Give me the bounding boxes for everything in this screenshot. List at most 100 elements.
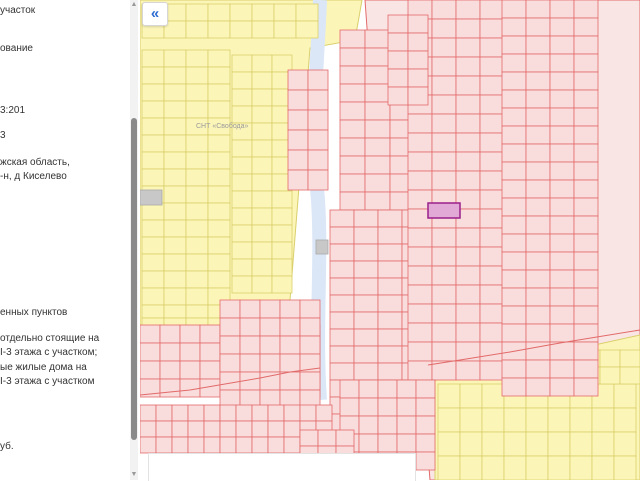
yellow-parcel: [185, 100, 209, 119]
info-line: I-3 этажа с участком: [0, 376, 95, 387]
yellow-parcel: [207, 219, 231, 238]
yellow-parcel: [503, 455, 527, 480]
pink-parcel: [455, 246, 481, 267]
yellow-parcel: [163, 287, 187, 306]
pink-parcel: [251, 404, 269, 422]
yellow-parcel: [207, 168, 231, 187]
pink-parcel: [407, 284, 433, 305]
yellow-parcel: [481, 383, 505, 409]
pink-parcel: [287, 129, 309, 151]
yellow-parcel: [207, 270, 231, 289]
pink-parcel: [549, 287, 575, 307]
pink-parcel: [549, 71, 575, 91]
yellow-parcel: [251, 3, 275, 22]
pink-parcel: [377, 209, 403, 228]
yellow-parcel: [599, 349, 621, 368]
pink-parcel: [377, 379, 398, 399]
pink-parcel: [199, 342, 221, 362]
pink-parcel: [573, 359, 599, 379]
pink-parcel: [307, 69, 329, 91]
pink-parcel: [455, 132, 481, 153]
pink-parcel: [353, 294, 379, 313]
pink-parcel: [501, 89, 527, 109]
yellow-parcel: [295, 3, 319, 22]
pink-parcel: [140, 324, 161, 344]
yellow-parcel: [229, 20, 253, 39]
yellow-parcel: [141, 151, 165, 170]
pink-parcel: [377, 311, 403, 330]
pink-parcel: [501, 35, 527, 55]
pink-parcel: [479, 0, 505, 20]
pink-parcel: [573, 0, 599, 19]
pink-parcel: [329, 345, 355, 364]
pink-parcel: [353, 260, 379, 279]
yellow-parcel: [207, 20, 231, 39]
pink-parcel: [501, 0, 527, 19]
scroll-up-icon[interactable]: ▲: [130, 0, 138, 10]
pink-parcel: [329, 294, 355, 313]
yellow-parcel: [141, 287, 165, 306]
pink-parcel: [415, 451, 436, 471]
pink-parcel: [573, 269, 599, 289]
yellow-parcel: [207, 151, 231, 170]
yellow-parcel: [251, 105, 273, 124]
yellow-parcel: [185, 287, 209, 306]
yellow-parcel: [207, 185, 231, 204]
yellow-parcel: [141, 168, 165, 187]
cadastral-map[interactable]: [140, 0, 640, 480]
collapse-panel-button[interactable]: «: [142, 2, 168, 26]
pink-parcel: [353, 226, 379, 245]
pink-parcel: [549, 125, 575, 145]
pink-parcel: [407, 227, 433, 248]
yellow-parcel: [207, 83, 231, 102]
pink-parcel: [329, 260, 355, 279]
pink-parcel: [549, 17, 575, 37]
snt-label: СНТ «Свобода»: [196, 123, 249, 130]
pink-parcel: [339, 379, 360, 399]
scrollbar-thumb[interactable]: [131, 118, 137, 440]
yellow-parcel: [207, 253, 231, 272]
yellow-parcel: [141, 83, 165, 102]
pink-parcel: [199, 360, 221, 380]
pink-parcel: [525, 341, 551, 361]
pink-parcel: [140, 404, 157, 422]
map-canvas[interactable]: [140, 0, 640, 480]
pink-parcel: [573, 179, 599, 199]
yellow-parcel: [591, 455, 615, 480]
pink-parcel: [377, 243, 403, 262]
yellow-parcel: [207, 236, 231, 255]
yellow-parcel: [271, 190, 293, 209]
pink-parcel: [407, 14, 429, 34]
yellow-parcel: [251, 258, 273, 277]
yellow-parcel: [141, 49, 165, 68]
pink-parcel: [203, 420, 221, 438]
pink-parcel: [549, 251, 575, 271]
pink-parcel: [364, 119, 391, 139]
yellow-parcel: [231, 54, 253, 73]
yellow-parcel: [141, 236, 165, 255]
pink-parcel: [377, 226, 403, 245]
pink-parcel: [549, 143, 575, 163]
pink-parcel: [549, 269, 575, 289]
pink-parcel: [219, 371, 241, 391]
yellow-parcel: [231, 190, 253, 209]
pink-parcel: [377, 397, 398, 417]
pink-parcel: [573, 35, 599, 55]
yellow-parcel: [251, 224, 273, 243]
pink-parcel: [549, 161, 575, 181]
pink-parcel: [239, 335, 261, 355]
pink-parcel: [479, 284, 505, 305]
info-line: участок: [0, 5, 36, 16]
yellow-parcel: [251, 20, 275, 39]
pink-parcel: [339, 155, 366, 175]
pink-parcel: [431, 246, 457, 267]
scroll-down-icon[interactable]: ▼: [130, 470, 138, 480]
pink-parcel: [479, 360, 505, 381]
pink-parcel: [501, 323, 527, 343]
yellow-parcel: [271, 207, 293, 226]
yellow-parcel: [437, 407, 461, 433]
pink-parcel: [364, 29, 391, 49]
pink-parcel: [140, 436, 157, 454]
yellow-parcel: [185, 168, 209, 187]
pink-parcel: [525, 107, 551, 127]
